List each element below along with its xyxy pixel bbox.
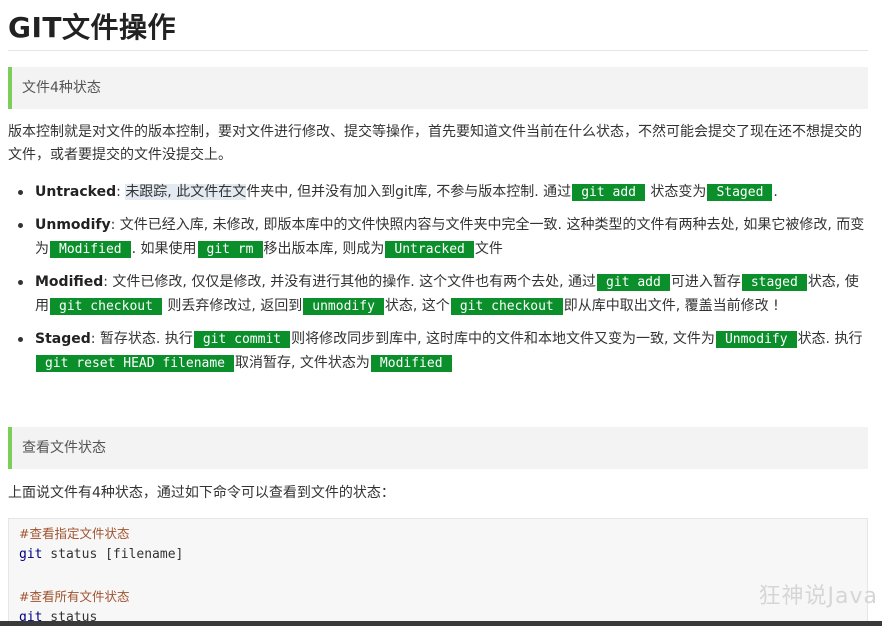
inline-code-tag: git add bbox=[572, 184, 645, 201]
inline-code-tag: Unmodify bbox=[715, 330, 797, 348]
code-block: #查看指定文件状态 git status [filename] #查看所有文件状… bbox=[8, 518, 868, 626]
state-term: Modified bbox=[35, 273, 104, 290]
code-comment: #查看指定文件状态 bbox=[19, 526, 130, 541]
state-item-untracked: Untracked: 未跟踪, 此文件在文件夹中, 但并没有加入到git库, 不… bbox=[8, 180, 868, 205]
body-text: : 文件已修改, 仅仅是修改, 并没有进行其他的操作. 这个文件也有两个去处, … bbox=[103, 273, 597, 290]
state-term: Unmodify bbox=[35, 216, 111, 233]
body-text: . 如果使用 bbox=[131, 241, 197, 257]
inline-code-tag: Untracked bbox=[385, 241, 474, 258]
section-heading-file-states: 文件4种状态 bbox=[8, 67, 868, 109]
inline-code-tag: git checkout bbox=[50, 298, 162, 315]
page-title: GIT文件操作 bbox=[8, 11, 177, 44]
body-text: 则丢弃修改过, 返回到 bbox=[162, 298, 303, 314]
code-args: status [filename] bbox=[42, 547, 184, 562]
body-text: 文件 bbox=[474, 241, 503, 257]
section-heading-view-status: 查看文件状态 bbox=[8, 427, 868, 469]
inline-code-tag: git rm bbox=[197, 241, 263, 258]
inline-code-tag: Modified bbox=[50, 241, 131, 258]
state-term: Staged bbox=[35, 330, 91, 347]
body-text: 状态变为 bbox=[645, 184, 707, 200]
inline-code-tag: unmodify bbox=[303, 298, 384, 315]
inline-code-tag: git add bbox=[597, 273, 670, 291]
bottom-bar bbox=[0, 621, 882, 626]
status-intro-paragraph: 上面说文件有4种状态，通过如下命令可以查看到文件的状态： bbox=[8, 485, 395, 501]
inline-code-tag: Modified bbox=[370, 355, 452, 372]
body-text: : 暂存状态. 执行 bbox=[90, 330, 193, 347]
inline-code-tag: staged bbox=[741, 273, 807, 291]
body-text: 状态, 这个 bbox=[384, 298, 450, 314]
inline-code-tag: Staged bbox=[707, 184, 773, 201]
state-item-modified: Modified: 文件已修改, 仅仅是修改, 并没有进行其他的操作. 这个文件… bbox=[8, 270, 868, 319]
body-text: : bbox=[116, 184, 126, 200]
body-text: 可进入暂存 bbox=[670, 273, 741, 290]
body-text: 即从库中取出文件, 覆盖当前修改 ! bbox=[563, 298, 779, 314]
inline-code-tag: git commit bbox=[193, 330, 291, 348]
document-page: GIT文件操作 文件4种状态 版本控制就是对文件的版本控制，要对文件进行修改、提… bbox=[0, 0, 882, 626]
body-text: 移出版本库, 则成为 bbox=[263, 241, 385, 257]
inline-code-tag: git checkout bbox=[450, 298, 563, 315]
watermark-text: 狂神说Java bbox=[758, 584, 878, 609]
code-keyword: git bbox=[19, 547, 43, 562]
state-list: Untracked: 未跟踪, 此文件在文件夹中, 但并没有加入到git库, 不… bbox=[8, 180, 868, 384]
title-divider bbox=[8, 50, 868, 51]
state-item-staged: Staged: 暂存状态. 执行 git commit 则将修改同步到库中, 这时库… bbox=[8, 327, 868, 376]
state-item-unmodify: Unmodify: 文件已经入库, 未修改, 即版本库中的文件快照内容与文件夹中… bbox=[8, 213, 868, 262]
highlighted-text: 未跟踪, 此文件在文 bbox=[125, 184, 247, 200]
inline-code-tag: git reset HEAD filename bbox=[36, 355, 235, 372]
state-term: Untracked bbox=[35, 184, 117, 200]
intro-paragraph: 版本控制就是对文件的版本控制，要对文件进行修改、提交等操作，首先要知道文件当前在… bbox=[8, 124, 862, 163]
code-line: git status [filename] bbox=[19, 544, 857, 565]
code-comment: #查看所有文件状态 bbox=[19, 589, 130, 604]
body-text: 件夹中, 但并没有加入到git库, 不参与版本控制. 通过 bbox=[246, 184, 572, 200]
body-text: . bbox=[773, 184, 778, 200]
body-text: 状态. 执行 bbox=[797, 330, 863, 347]
body-text: 则将修改同步到库中, 这时库中的文件和本地文件又变为一致, 文件为 bbox=[291, 330, 715, 347]
body-text: 取消暂存, 文件状态为 bbox=[235, 355, 370, 371]
